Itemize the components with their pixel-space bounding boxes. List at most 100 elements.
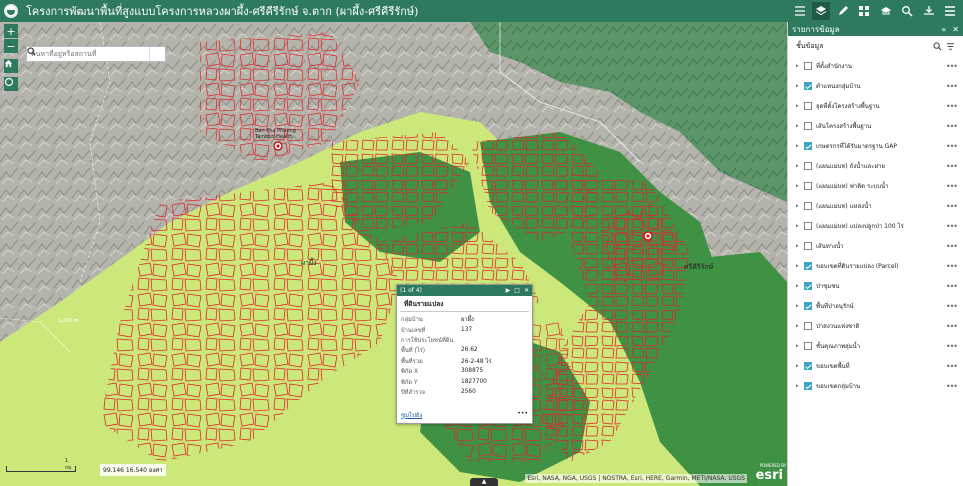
layer-item[interactable]: ▸ ขอบเขตกลุ่มบ้าน •••	[796, 376, 963, 396]
layer-label: ชั้นคุณภาพลุ่มน้ำ	[816, 343, 861, 350]
popup-maximize-icon[interactable]: □	[514, 287, 520, 294]
layer-item[interactable]: ▸ พื้นที่ป่าอนุรักษ์ •••	[796, 296, 963, 316]
popup-more-icon[interactable]: •••	[517, 410, 528, 420]
expand-arrow-icon[interactable]: ▸	[796, 323, 802, 329]
tool-basemap[interactable]	[855, 2, 873, 20]
layer-checkbox[interactable]	[804, 382, 812, 390]
tool-about[interactable]	[877, 2, 895, 20]
layer-more-icon[interactable]: •••	[946, 342, 958, 351]
collapse-icon[interactable]: «	[941, 25, 946, 34]
layer-checkbox[interactable]	[804, 342, 812, 350]
expand-arrow-icon[interactable]: ▸	[796, 303, 802, 309]
layer-more-icon[interactable]: •••	[946, 122, 958, 131]
layer-more-icon[interactable]: •••	[946, 202, 958, 211]
map-label-contour: 1,200 m	[58, 318, 79, 324]
layer-checkbox[interactable]	[804, 222, 812, 230]
expand-arrow-icon[interactable]: ▸	[796, 283, 802, 289]
layer-item[interactable]: ▸ ป่าสงวนแห่งชาติ •••	[796, 316, 963, 336]
layer-more-icon[interactable]: •••	[946, 282, 958, 291]
layer-checkbox[interactable]	[804, 282, 812, 290]
layer-item[interactable]: ▸ ขอบเขตที่ดินรายแปลง (Parcel) •••	[796, 256, 963, 276]
expand-arrow-icon[interactable]: ▸	[796, 183, 802, 189]
map-canvas	[0, 22, 787, 486]
tool-layers[interactable]	[812, 2, 831, 20]
layer-checkbox[interactable]	[804, 162, 812, 170]
expand-arrow-icon[interactable]: ▸	[796, 343, 802, 349]
layer-label: เกษตรกรที่ได้รับมาตรฐาน GAP	[816, 143, 898, 150]
layer-checkbox[interactable]	[804, 322, 812, 330]
layer-item[interactable]: ▸ ชั้นคุณภาพลุ่มน้ำ •••	[796, 336, 963, 356]
tool-print[interactable]	[920, 2, 938, 20]
layer-checkbox[interactable]	[804, 122, 812, 130]
layer-checkbox[interactable]	[804, 62, 812, 70]
expand-arrow-icon[interactable]: ▸	[796, 123, 802, 129]
layer-checkbox[interactable]	[804, 362, 812, 370]
layer-checkbox[interactable]	[804, 82, 812, 90]
layer-more-icon[interactable]: •••	[946, 382, 958, 391]
layer-item[interactable]: ▸ เกษตรกรที่ได้รับมาตรฐาน GAP •••	[796, 136, 963, 156]
expand-arrow-icon[interactable]: ▸	[796, 223, 802, 229]
layer-more-icon[interactable]: •••	[946, 102, 958, 111]
layer-checkbox[interactable]	[804, 142, 812, 150]
layer-search-icon[interactable]	[933, 41, 942, 51]
home-button[interactable]	[4, 59, 18, 73]
layer-more-icon[interactable]: •••	[946, 322, 958, 331]
close-icon[interactable]: ✕	[952, 25, 959, 34]
coordinate-readout[interactable]: 99.146 16.540 องศา	[100, 464, 166, 476]
panel-title: รายการข้อมูล	[792, 24, 840, 34]
layer-more-icon[interactable]: •••	[946, 362, 958, 371]
layer-more-icon[interactable]: •••	[946, 262, 958, 271]
expand-arrow-icon[interactable]: ▸	[796, 263, 802, 269]
layer-item[interactable]: ▸ เส้นโครงสร้างพื้นฐาน •••	[796, 116, 963, 136]
layer-item[interactable]: ▸ ป่าชุมชน •••	[796, 276, 963, 296]
layer-item[interactable]: ▸ (แผนแม่บท) แปลงปลูกป่า 100 ไร่ •••	[796, 216, 963, 236]
layer-options-icon[interactable]	[946, 42, 955, 51]
tool-more[interactable]	[941, 2, 959, 20]
layer-item[interactable]: ▸ (แผนแม่บท) ถังน้ำและฝาย •••	[796, 156, 963, 176]
layer-item[interactable]: ▸ ขอบเขตพื้นที่ •••	[796, 356, 963, 376]
search-button[interactable]	[27, 47, 165, 61]
expand-arrow-icon[interactable]: ▸	[796, 383, 802, 389]
layer-more-icon[interactable]: •••	[946, 62, 958, 71]
search-input[interactable]	[27, 47, 149, 61]
expand-arrow-icon[interactable]: ▸	[796, 63, 802, 69]
layer-more-icon[interactable]: •••	[946, 242, 958, 251]
layer-item[interactable]: ▸ เส้นทางน้ำ •••	[796, 236, 963, 256]
expand-arrow-icon[interactable]: ▸	[796, 163, 802, 169]
tool-legend[interactable]	[791, 2, 809, 20]
layer-more-icon[interactable]: •••	[946, 302, 958, 311]
expand-arrow-icon[interactable]: ▸	[796, 363, 802, 369]
layer-more-icon[interactable]: •••	[946, 142, 958, 151]
tool-draw[interactable]	[834, 2, 852, 20]
popup-next-icon[interactable]: ▶	[506, 287, 511, 294]
layer-checkbox[interactable]	[804, 182, 812, 190]
layer-checkbox[interactable]	[804, 102, 812, 110]
layer-more-icon[interactable]: •••	[946, 162, 958, 171]
layer-item[interactable]: ▸ ที่ตั้งสำนักงาน •••	[796, 56, 963, 76]
layer-more-icon[interactable]: •••	[946, 182, 958, 191]
zoom-out-button[interactable]: −	[4, 39, 18, 53]
layer-checkbox[interactable]	[804, 242, 812, 250]
popup-close-icon[interactable]: ✕	[524, 287, 529, 294]
layer-checkbox[interactable]	[804, 262, 812, 270]
layer-list: ▸ ที่ตั้งสำนักงาน ••• ▸ ตำแหน่งกลุ่มบ้าน ••• ▸…	[788, 56, 963, 396]
popup-zoom-link[interactable]: ซูมไปยัง	[401, 410, 422, 420]
expand-arrow-icon[interactable]: ▸	[796, 203, 802, 209]
layer-item[interactable]: ▸ (แผนแม่บท) ฟาติด ระบบน้ำ •••	[796, 176, 963, 196]
expand-arrow-icon[interactable]: ▸	[796, 243, 802, 249]
layer-more-icon[interactable]: •••	[946, 222, 958, 231]
layer-checkbox[interactable]	[804, 302, 812, 310]
locate-button[interactable]	[4, 77, 18, 91]
map-view[interactable]: ผาผึ้ง ศรีคีรีรักษ์ Ban Pha Phueng Tambo…	[0, 22, 787, 486]
expand-arrow-icon[interactable]: ▸	[796, 83, 802, 89]
layer-item[interactable]: ▸ (แผนแม่บท) แหล่งน้ำ •••	[796, 196, 963, 216]
expand-arrow-icon[interactable]: ▸	[796, 103, 802, 109]
attribute-table-toggle[interactable]: ▲	[470, 478, 498, 486]
expand-arrow-icon[interactable]: ▸	[796, 143, 802, 149]
layer-item[interactable]: ▸ ตำแหน่งกลุ่มบ้าน •••	[796, 76, 963, 96]
zoom-in-button[interactable]: +	[4, 24, 18, 38]
layer-item[interactable]: ▸ จุดที่ตั้งโครงสร้างพื้นฐาน •••	[796, 96, 963, 116]
tool-query[interactable]	[898, 2, 916, 20]
layer-checkbox[interactable]	[804, 202, 812, 210]
layer-more-icon[interactable]: •••	[946, 82, 958, 91]
